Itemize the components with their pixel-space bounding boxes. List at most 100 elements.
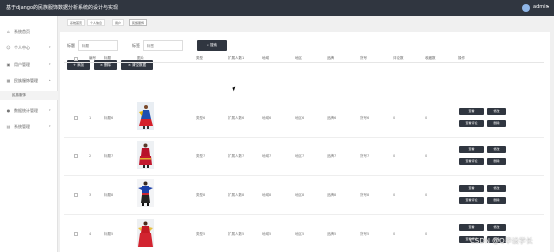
search-button-label: 搜索 — [210, 43, 218, 47]
cell-region: 地域8 — [262, 193, 272, 197]
costume-image[interactable] — [137, 102, 154, 130]
tab-profile[interactable]: 个人信息 — [87, 19, 106, 26]
row-divider — [64, 175, 544, 176]
sidebar-item-label: 系统管理 — [14, 124, 30, 129]
row-delete-button[interactable]: 删除 — [487, 197, 506, 204]
costume-image[interactable] — [137, 141, 154, 169]
chevron-up-icon: ▴ — [49, 78, 51, 82]
cell-type: 类型7 — [196, 154, 206, 158]
column-header-region[interactable]: 地域 — [262, 56, 269, 61]
add-button-label: 添加 — [77, 63, 85, 67]
cell-brand: 品牌6 — [327, 116, 337, 120]
plus-icon: + — [72, 63, 76, 67]
cell-type: 类型5 — [196, 232, 206, 236]
search-button[interactable]: ⌕ 搜索 — [197, 40, 227, 51]
view-comments-button[interactable]: 查看评论 — [459, 120, 484, 127]
cell-id: 4 — [89, 232, 92, 236]
tab-users[interactable]: 用户 — [112, 19, 125, 26]
column-header-favorites[interactable]: 收藏数 — [425, 56, 436, 61]
column-header-area[interactable]: 地区 — [295, 56, 302, 61]
edit-button[interactable]: 修改 — [487, 224, 506, 231]
cell-area: 地区8 — [295, 193, 305, 197]
chevron-down-icon: ▾ — [49, 108, 51, 112]
row-divider — [64, 214, 544, 215]
row-delete-button[interactable]: 删除 — [487, 120, 506, 127]
tab-costumes[interactable]: 民族服饰 — [129, 19, 148, 26]
edit-button[interactable]: 修改 — [487, 108, 506, 115]
delete-button-label: 删除 — [104, 63, 112, 67]
main-panel: 标题 标签 ⌕ 搜索 + 添加 × 删除 × 清空数据 — [60, 32, 550, 252]
row-checkbox[interactable] — [74, 232, 78, 236]
grid-icon: ▦ — [6, 78, 11, 83]
column-header-id[interactable]: 编号 — [89, 56, 96, 61]
row-checkbox[interactable] — [74, 193, 78, 197]
cell-comments: 0 — [393, 193, 396, 197]
cell-brand: 品牌7 — [327, 154, 337, 158]
costume-image[interactable] — [137, 179, 154, 207]
costume-image[interactable] — [137, 219, 154, 247]
sidebar-item-home[interactable]: ⌂ 系统首页 — [0, 28, 58, 37]
cell-region: 地域6 — [262, 116, 272, 120]
cell-id: 2 — [89, 154, 92, 158]
sidebar-item-profile[interactable]: ☺ 个人中心 ▾ — [0, 44, 58, 53]
sidebar-item-label: 个人中心 — [14, 45, 30, 50]
edit-button[interactable]: 修改 — [487, 146, 506, 153]
sidebar-item-statistics[interactable]: ● 数据统计管理 ▾ — [0, 107, 58, 116]
user-avatar[interactable] — [522, 4, 530, 12]
row-checkbox[interactable] — [74, 116, 78, 120]
row-delete-button[interactable]: 删除 — [487, 158, 506, 165]
header-divider — [64, 62, 544, 63]
pin-icon: ● — [6, 108, 11, 113]
cell-sku: 货号8 — [360, 193, 370, 197]
search-label-title: 标题 — [67, 43, 75, 48]
tab-home[interactable]: 系统首页 — [67, 19, 86, 26]
close-icon: × — [99, 63, 103, 67]
sidebar-item-label: 数据统计管理 — [14, 108, 38, 113]
sidebar-item-costumes[interactable]: ▦ 民族服饰管理 ▴ — [0, 77, 58, 86]
sidebar-item-label: 系统首页 — [14, 29, 30, 34]
view-button[interactable]: 查看 — [459, 224, 484, 231]
cell-area: 地区6 — [295, 116, 305, 120]
chevron-down-icon[interactable]: ▾ — [547, 4, 549, 9]
cell-type: 类型6 — [196, 116, 206, 120]
sidebar-item-users[interactable]: ▣ 用户管理 ▾ — [0, 61, 58, 70]
column-header-actions: 操作 — [458, 56, 465, 60]
view-button[interactable]: 查看 — [459, 146, 484, 153]
column-header-brand[interactable]: 品牌 — [327, 56, 334, 61]
cell-comments: 0 — [393, 232, 396, 236]
cell-people: 扩展人数6 — [228, 116, 245, 120]
cell-region: 地域5 — [262, 232, 272, 236]
chevron-down-icon: ▾ — [49, 62, 51, 66]
app-title: 基于django的民族服饰数据分析系统的设计与实现 — [6, 5, 119, 11]
sidebar-item-label: 用户管理 — [14, 62, 30, 67]
sidebar-subitem-costume[interactable]: 民族服饰 — [0, 91, 58, 100]
cell-favorites: 0 — [425, 193, 428, 197]
column-header-type[interactable]: 类型 — [196, 56, 203, 61]
close-icon: × — [127, 63, 131, 67]
select-all-checkbox[interactable] — [74, 57, 78, 61]
sidebar-item-system[interactable]: ▤ 系统管理 ▾ — [0, 123, 58, 132]
column-header-title[interactable]: 标题 — [104, 56, 111, 61]
edit-button[interactable]: 修改 — [487, 185, 506, 192]
chevron-down-icon: ▾ — [49, 45, 51, 49]
column-header-people[interactable]: 扩展人数1 — [228, 56, 244, 61]
view-button[interactable]: 查看 — [459, 185, 484, 192]
title-search-input[interactable] — [78, 40, 118, 51]
tag-search-input[interactable] — [143, 40, 183, 51]
column-header-image[interactable]: 图片 — [137, 56, 144, 61]
cell-id: 1 — [89, 116, 92, 120]
sidebar-subitem-label: 民族服饰 — [12, 93, 26, 97]
row-divider — [64, 137, 544, 138]
cell-area: 地区5 — [295, 232, 305, 236]
row-checkbox[interactable] — [74, 154, 78, 158]
sidebar: ⌂ 系统首页 ☺ 个人中心 ▾ ▣ 用户管理 ▾ ▦ 民族服饰管理 ▴ 民族服饰… — [0, 16, 58, 252]
cell-title: 标题8 — [104, 193, 114, 197]
column-header-comments[interactable]: 评论数 — [393, 56, 404, 61]
cell-favorites: 0 — [425, 116, 428, 120]
cell-type: 类型8 — [196, 193, 206, 197]
column-header-sku[interactable]: 货号 — [360, 56, 367, 61]
view-comments-button[interactable]: 查看评论 — [459, 158, 484, 165]
view-button[interactable]: 查看 — [459, 108, 484, 115]
cell-area: 地区7 — [295, 154, 305, 158]
view-comments-button[interactable]: 查看评论 — [459, 197, 484, 204]
